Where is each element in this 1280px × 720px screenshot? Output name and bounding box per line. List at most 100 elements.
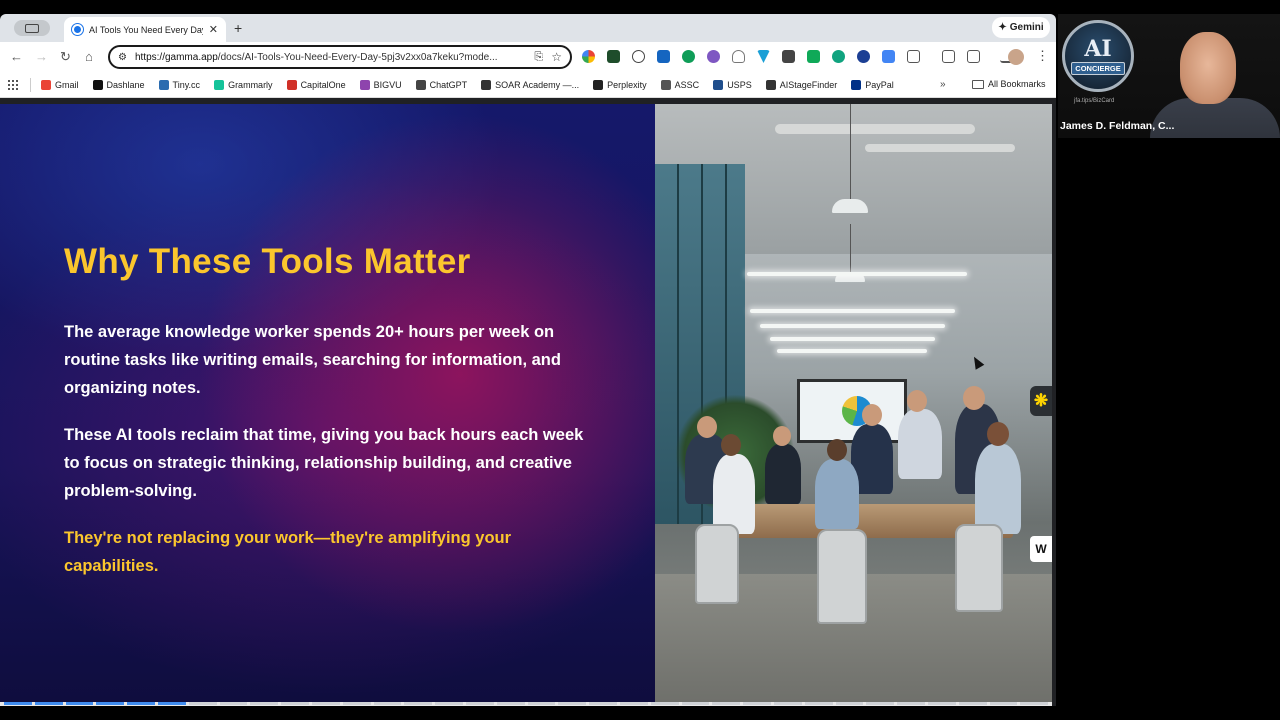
slide-paragraph-3: They're not replacing your work—they're …	[64, 529, 512, 575]
bookmark-item[interactable]: AIStageFinder	[765, 79, 837, 90]
photo-person-head	[987, 422, 1009, 446]
reload-icon[interactable]: ↻	[60, 49, 71, 65]
sheet-ext-icon[interactable]	[807, 50, 820, 63]
ext-check-icon[interactable]	[607, 50, 620, 63]
install-app-icon[interactable]: ⎘	[534, 51, 543, 64]
presenter-face	[1180, 32, 1236, 104]
photo-person	[765, 444, 801, 504]
ai-concierge-logo: AI CONCIERGE	[1062, 20, 1134, 92]
photo-chair	[695, 524, 739, 604]
bookmark-item[interactable]: Gmail	[41, 79, 79, 90]
bookmark-item[interactable]: SOAR Academy —...	[481, 79, 580, 90]
gamma-ai-sparkle-button[interactable]: ❋	[1030, 386, 1052, 416]
slide-progress-bar[interactable]	[0, 702, 1052, 706]
chat-ext-icon[interactable]	[632, 50, 645, 63]
logo-subtext: jfa.tips/BizCard	[1074, 98, 1115, 104]
office-meeting-photo	[655, 104, 1052, 702]
bookmark-item[interactable]: PayPal	[851, 79, 894, 90]
green-ext-icon[interactable]	[682, 50, 695, 63]
bookmark-item[interactable]: Perplexity	[593, 79, 647, 90]
gemini-button[interactable]: ✦ Gemini	[992, 17, 1050, 38]
slide-paragraph-1: The average knowledge worker spends 20+ …	[64, 323, 561, 397]
photo-person-head	[721, 434, 741, 456]
tab-close-icon[interactable]: ✕	[209, 23, 218, 36]
logo-ai-text: AI	[1084, 35, 1112, 62]
slide-paragraph-2: These AI tools reclaim that time, giving…	[64, 426, 584, 500]
bookmark-label: Tiny.cc	[172, 79, 201, 90]
tab-title: AI Tools You Need Every Day	[89, 24, 203, 35]
site-info-icon[interactable]: ⚙	[118, 52, 127, 63]
openai-ext-icon[interactable]	[832, 50, 845, 63]
photo-person	[975, 444, 1021, 534]
bookmark-item[interactable]: ChatGPT	[415, 79, 468, 90]
bookmark-label: Dashlane	[106, 79, 145, 90]
w-widget-button[interactable]: W	[1030, 536, 1052, 562]
slide-headline: Why These Tools Matter	[64, 242, 471, 281]
bookmark-favicon-icon	[286, 79, 297, 90]
presenter-torso	[1150, 98, 1280, 138]
photo-ceiling-light	[777, 349, 927, 353]
profile-avatar[interactable]	[1008, 49, 1024, 65]
back-icon[interactable]: ←	[10, 49, 23, 64]
bookmark-star-icon[interactable]: ☆	[551, 50, 562, 64]
bookmarks-divider	[30, 77, 31, 92]
photo-person	[815, 459, 859, 529]
bookmark-label: USPS	[727, 79, 752, 90]
bookmark-label: PayPal	[865, 79, 894, 90]
bookmark-item[interactable]: USPS	[713, 79, 752, 90]
bookmark-item[interactable]: ASSC	[660, 79, 700, 90]
bell-icon[interactable]	[732, 50, 745, 63]
bookmark-item[interactable]: Tiny.cc	[158, 79, 201, 90]
photo-person-head	[697, 416, 717, 438]
bookmark-label: SOAR Academy —...	[495, 79, 580, 90]
sparkle-icon: ✦	[998, 22, 1007, 33]
photo-ceiling-light	[747, 272, 967, 276]
bookmark-item[interactable]: BIGVU	[359, 79, 402, 90]
tab-search-button[interactable]	[14, 20, 50, 36]
logo-badge: CONCIERGE	[1071, 61, 1125, 75]
puzzle-blue-icon[interactable]	[882, 50, 895, 63]
more-menu-icon[interactable]: ⋮	[1036, 48, 1049, 64]
bookmark-favicon-icon	[92, 79, 103, 90]
extensions-puzzle-icon[interactable]	[907, 50, 920, 63]
apps-grid-icon[interactable]	[8, 79, 18, 90]
photo-person-head	[773, 426, 791, 446]
photo-person	[713, 454, 755, 534]
bookmark-item[interactable]: Dashlane	[92, 79, 145, 90]
bookmark-favicon-icon	[158, 79, 169, 90]
layers-ext-icon[interactable]	[657, 50, 670, 63]
bookmark-label: ChatGPT	[429, 79, 468, 90]
forward-icon[interactable]: →	[35, 49, 48, 64]
save-ext-icon[interactable]	[782, 50, 795, 63]
bookmark-favicon-icon	[214, 79, 225, 90]
tab-groups-icon[interactable]	[967, 50, 980, 63]
bookmark-label: ASSC	[674, 79, 700, 90]
gemini-label: Gemini	[1009, 22, 1044, 33]
compass-ext-icon[interactable]	[857, 50, 870, 63]
photo-ceiling-light	[760, 324, 945, 328]
all-bookmarks-button[interactable]: All Bookmarks	[972, 79, 1046, 89]
bookmark-item[interactable]: Grammarly	[214, 79, 273, 90]
gamma-presentation: Why These Tools Matter The average knowl…	[0, 104, 1052, 702]
photo-duct	[865, 144, 1015, 152]
bookmark-favicon-icon	[481, 79, 492, 90]
v-ext-icon[interactable]	[757, 50, 770, 63]
home-icon[interactable]: ⌂	[85, 49, 93, 64]
bookmark-favicon-icon	[41, 79, 51, 90]
photo-ceiling-light	[770, 337, 935, 341]
tab-active[interactable]: AI Tools You Need Every Day ✕	[64, 17, 226, 42]
bookmark-favicon-icon	[660, 79, 671, 90]
bookmark-favicon-icon	[713, 79, 724, 90]
chrome-ext-icon[interactable]	[582, 50, 595, 63]
bookmark-favicon-icon	[359, 79, 370, 90]
folder-icon	[972, 79, 984, 89]
bookmarks-overflow-button[interactable]: »	[940, 79, 946, 90]
address-bar[interactable]: ⚙ https://gamma.app/docs/AI-Tools-You-Ne…	[108, 45, 572, 69]
search-tabs-icon[interactable]	[942, 50, 955, 63]
bookmark-label: Perplexity	[607, 79, 647, 90]
purple-ext-icon[interactable]	[707, 50, 720, 63]
bookmark-item[interactable]: CapitalOne	[286, 79, 346, 90]
bookmark-label: Gmail	[55, 79, 79, 90]
photo-chair	[955, 524, 1003, 612]
new-tab-button[interactable]: +	[234, 20, 242, 36]
